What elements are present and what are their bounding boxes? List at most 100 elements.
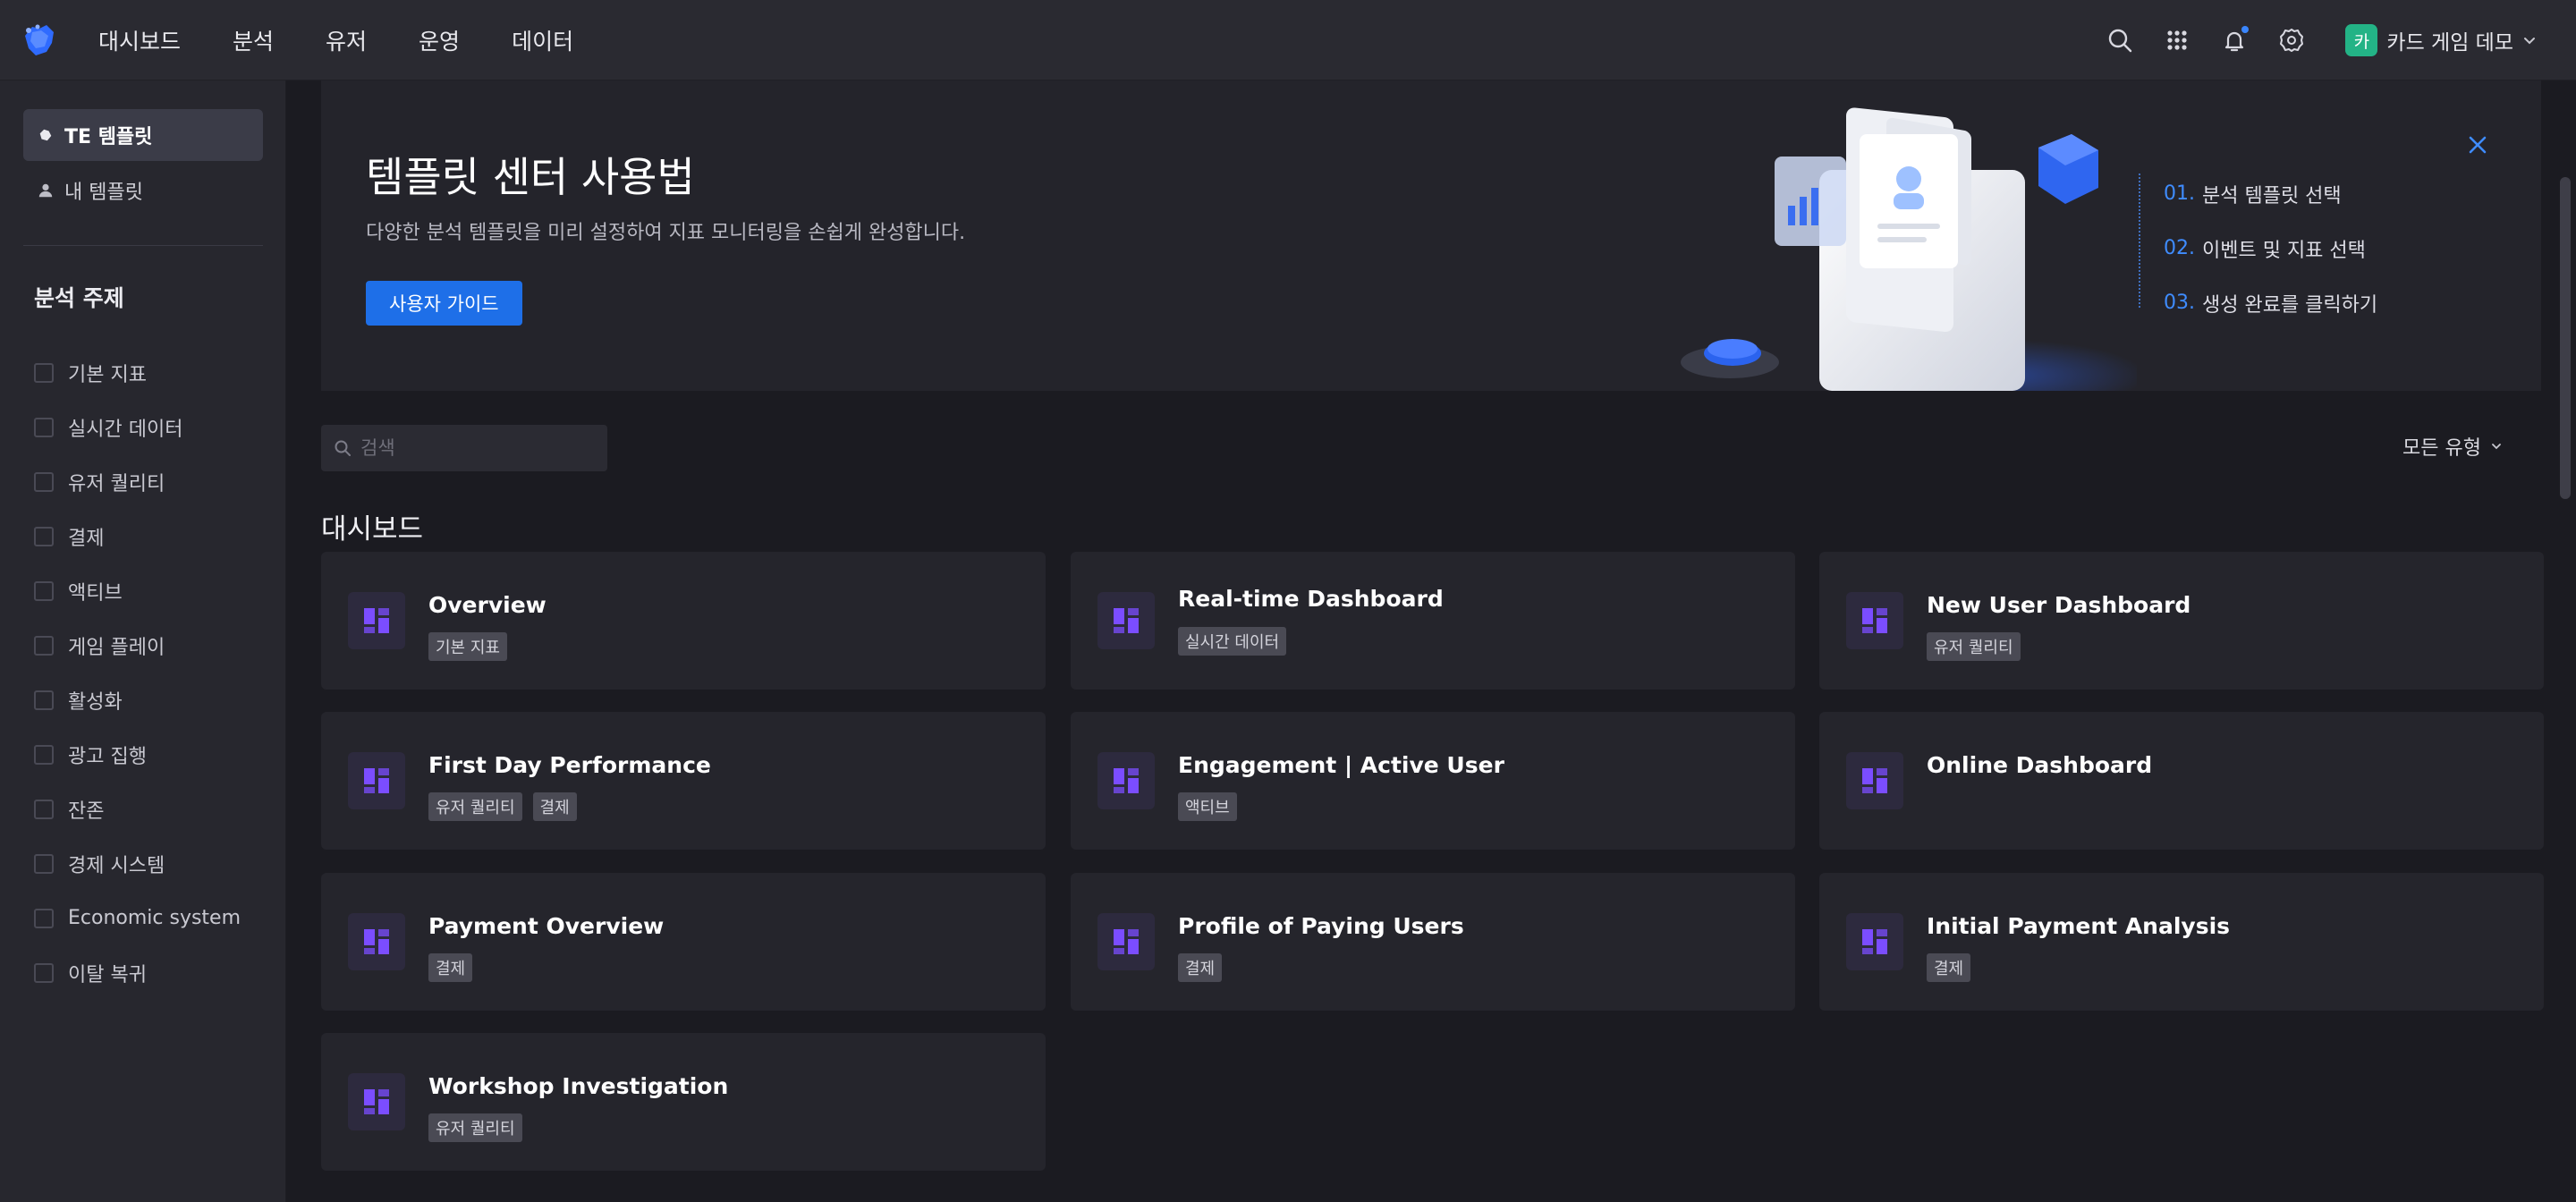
sidebar-tab-my-templates[interactable]: 내 템플릿 [23, 165, 263, 216]
nav-item-users[interactable]: 유저 [326, 24, 367, 56]
search-input[interactable] [360, 437, 593, 459]
step-number: 01. [2164, 182, 2195, 205]
category-item[interactable]: 액티브 [34, 563, 267, 618]
dashboard-card[interactable]: Real-time Dashboard 실시간 데이터 [1071, 552, 1795, 690]
category-item[interactable]: 이탈 복귀 [34, 945, 267, 1000]
dashboard-card[interactable]: New User Dashboard 유저 퀄리티 [1819, 552, 2544, 690]
dashboard-card[interactable]: Initial Payment Analysis 결제 [1819, 873, 2544, 1011]
checkbox[interactable] [34, 526, 54, 546]
sidebar-tab-te-templates[interactable]: TE 템플릿 [23, 109, 263, 161]
nav-item-data[interactable]: 데이터 [512, 24, 573, 56]
dashboard-card[interactable]: Engagement | Active User 액티브 [1071, 712, 1795, 850]
card-tag: 결제 [532, 792, 577, 821]
card-tag: 결제 [1927, 953, 1971, 982]
card-title: Payment Overview [428, 913, 665, 939]
category-item[interactable]: 잔존 [34, 782, 267, 836]
gear-icon[interactable] [2277, 26, 2306, 55]
guide-step: 02. 이벤트 및 지표 선택 [2164, 221, 2377, 275]
banner-title: 템플릿 센터 사용법 [366, 153, 695, 201]
dashboard-card[interactable]: Online Dashboard [1819, 712, 2544, 850]
checkbox[interactable] [34, 908, 54, 928]
dashboard-card[interactable]: Payment Overview 결제 [321, 873, 1046, 1011]
category-item[interactable]: 광고 집행 [34, 727, 267, 782]
banner-illustration [1681, 107, 2137, 391]
dashboard-icon [1097, 913, 1155, 970]
step-text: 이벤트 및 지표 선택 [2202, 239, 2366, 262]
card-tags: 기본 지표 [428, 632, 507, 661]
close-icon[interactable] [2465, 132, 2490, 157]
category-item[interactable]: 활성화 [34, 673, 267, 727]
nav-right-tools: 카 카드 게임 데모 [2106, 0, 2576, 80]
card-tag: 액티브 [1178, 792, 1237, 821]
dashboard-icon [1846, 592, 1903, 649]
checkbox[interactable] [34, 690, 54, 710]
chevron-down-icon [2524, 38, 2535, 45]
apps-grid-icon[interactable] [2163, 26, 2191, 55]
project-name: 카드 게임 데모 [2386, 31, 2513, 55]
dashboard-card[interactable]: Workshop Investigation 유저 퀄리티 [321, 1033, 1046, 1171]
card-tag: 기본 지표 [428, 632, 507, 661]
section-title: 대시보드 [321, 513, 424, 546]
dashboard-icon [348, 752, 405, 809]
dashboard-card[interactable]: Profile of Paying Users 결제 [1071, 873, 1795, 1011]
vertical-scrollbar[interactable] [2560, 177, 2571, 499]
category-item[interactable]: 경제 시스템 [34, 836, 267, 891]
card-tag: 유저 퀄리티 [428, 1113, 522, 1142]
card-title: Workshop Investigation [428, 1073, 729, 1099]
nav-item-analysis[interactable]: 분석 [233, 24, 274, 56]
dashboard-card[interactable]: Overview 기본 지표 [321, 552, 1046, 690]
card-title: Online Dashboard [1927, 752, 2153, 778]
search-icon[interactable] [2106, 26, 2134, 55]
banner-description: 다양한 분석 템플릿을 미리 설정하여 지표 모니터링을 손쉽게 완성합니다. [366, 222, 966, 244]
template-search [321, 425, 607, 471]
app-logo-icon[interactable] [20, 20, 59, 59]
checkbox[interactable] [34, 580, 54, 601]
step-text: 생성 완료를 클릭하기 [2202, 293, 2378, 317]
category-item[interactable]: 실시간 데이터 [34, 400, 267, 454]
dashboard-icon [1846, 752, 1903, 809]
guide-step: 03. 생성 완료를 클릭하기 [2164, 275, 2377, 330]
category-item[interactable]: 기본 지표 [34, 345, 267, 400]
card-tag: 유저 퀄리티 [428, 792, 522, 821]
project-switcher[interactable]: 카 카드 게임 데모 [2345, 24, 2537, 56]
card-tag: 결제 [428, 953, 473, 982]
nav-item-operations[interactable]: 운영 [419, 24, 460, 56]
user-guide-button[interactable]: 사용자 가이드 [366, 281, 522, 326]
checkbox[interactable] [34, 362, 54, 383]
category-label: Economic system [68, 907, 242, 929]
category-item[interactable]: 게임 플레이 [34, 618, 267, 673]
card-tags: 유저 퀄리티 [428, 1113, 522, 1142]
category-label: 결제 [68, 527, 105, 550]
card-tag: 실시간 데이터 [1178, 627, 1287, 656]
card-tags: 결제 [1178, 953, 1223, 982]
guide-steps: 01. 분석 템플릿 선택 02. 이벤트 및 지표 선택 03. 생성 완료를… [2139, 166, 2377, 330]
sidebar: TE 템플릿 내 템플릿 분석 주제 기본 지표 실시간 데이터 유저 퀄리티 … [0, 80, 286, 1202]
type-filter-dropdown[interactable]: 모든 유형 [2402, 432, 2503, 461]
step-number: 02. [2164, 237, 2195, 259]
dashboard-card[interactable]: First Day Performance 유저 퀄리티 결제 [321, 712, 1046, 850]
card-title: Overview [428, 592, 547, 618]
checkbox[interactable] [34, 417, 54, 437]
category-label: 게임 플레이 [68, 636, 165, 659]
checkbox[interactable] [34, 853, 54, 874]
bell-icon[interactable] [2220, 26, 2250, 55]
card-tags: 실시간 데이터 [1178, 627, 1287, 656]
checkbox[interactable] [34, 635, 54, 656]
checkbox[interactable] [34, 744, 54, 765]
card-tags: 유저 퀄리티 결제 [428, 792, 577, 821]
category-item[interactable]: 결제 [34, 509, 267, 563]
step-number: 03. [2164, 292, 2195, 314]
category-label: 잔존 [68, 800, 105, 823]
card-title: Profile of Paying Users [1178, 913, 1464, 939]
card-tags: 결제 [428, 953, 473, 982]
sidebar-divider [23, 245, 263, 246]
checkbox[interactable] [34, 471, 54, 492]
main-menu: 대시보드 분석 유저 운영 데이터 [98, 0, 625, 80]
nav-item-dashboard[interactable]: 대시보드 [98, 24, 181, 56]
card-title: Engagement | Active User [1178, 752, 1504, 778]
checkbox[interactable] [34, 962, 54, 983]
dashboard-icon [348, 592, 405, 649]
checkbox[interactable] [34, 799, 54, 819]
category-item[interactable]: 유저 퀄리티 [34, 454, 267, 509]
category-item[interactable]: Economic system [34, 891, 267, 945]
